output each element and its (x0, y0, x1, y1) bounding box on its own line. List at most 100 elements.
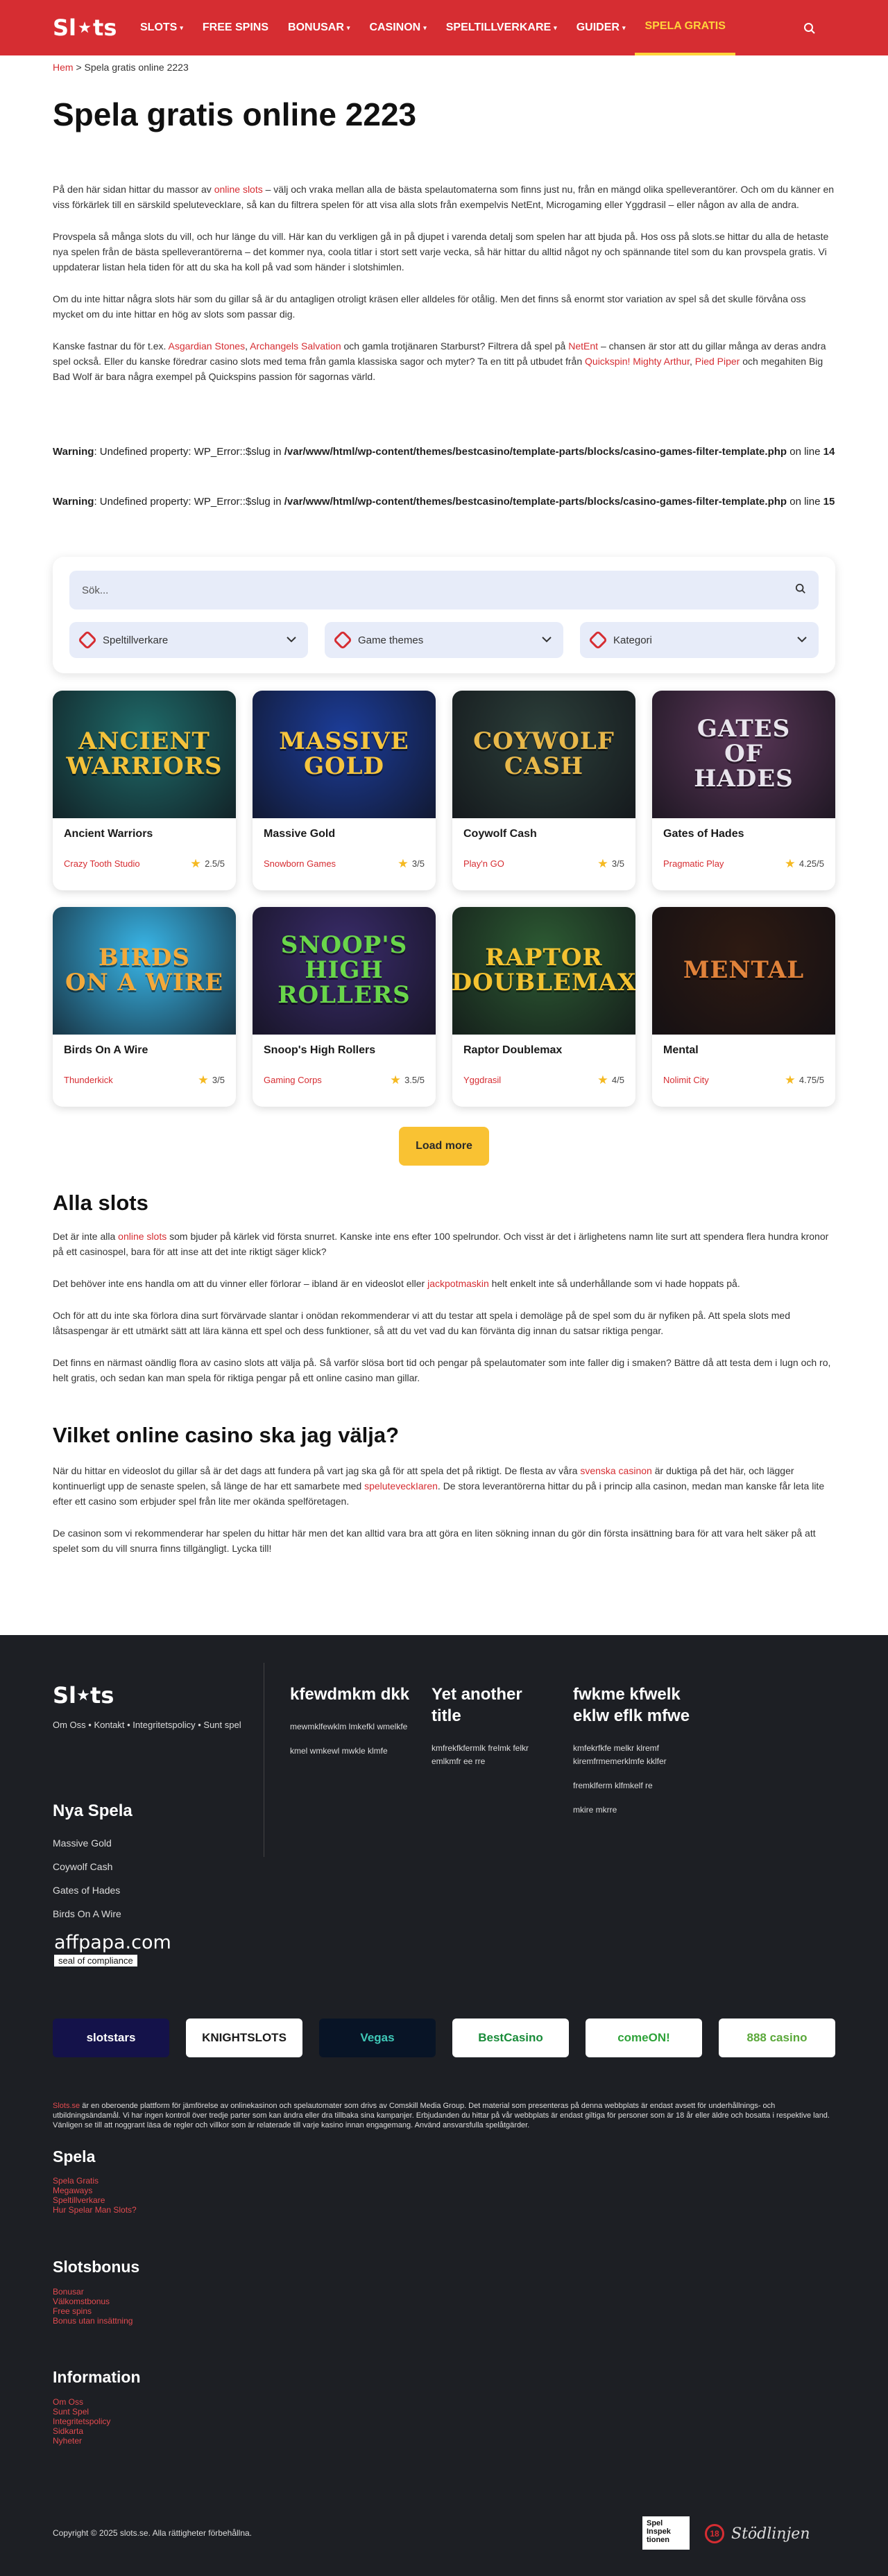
game-search-field[interactable] (69, 571, 819, 610)
stodlinjen-badge[interactable]: 18 Stödlinjen (705, 2524, 810, 2543)
game-name[interactable]: Massive Gold (264, 828, 425, 843)
game-card[interactable]: SNOOP'S HIGH ROLLERS Snoop's High Rollers G… (253, 907, 436, 1107)
partner-logo-comeon-[interactable]: comeON! (586, 2019, 702, 2057)
game-name[interactable]: Gates of Hades (663, 828, 824, 843)
footer-column-text[interactable]: mewmklfewklm lmkefkl wmelkfe (290, 1720, 415, 1734)
game-provider-link[interactable]: Gaming Corps (264, 1075, 322, 1085)
partner-logo-vegas[interactable]: Vegas (319, 2019, 436, 2057)
game-card-body: Birds On A Wire Thunderkick 3/5 (53, 1035, 236, 1095)
footer-column-text[interactable]: kmfrekfkfermlk frelmk felkr emlkmfr ee r… (432, 1742, 556, 1768)
nav-item-guider[interactable]: GUIDER ▾ (567, 0, 635, 55)
game-name[interactable]: Ancient Warriors (64, 828, 225, 843)
online-slots-link[interactable]: online slots (214, 184, 263, 195)
game-card-body: Gates of Hades Pragmatic Play 4.25/5 (652, 818, 835, 879)
game-thumbnail[interactable]: RAPTOR DOUBLEMAX (452, 907, 635, 1035)
game-name[interactable]: Coywolf Cash (463, 828, 624, 843)
game-thumbnail[interactable]: MASSIVE GOLD (253, 691, 436, 818)
footer-column-text[interactable]: fremklferm klfmkelf re (573, 1779, 698, 1792)
nya-spela-item[interactable]: Birds On A Wire (53, 1908, 121, 1932)
game-thumbnail[interactable]: SNOOP'S HIGH ROLLERS (253, 907, 436, 1035)
slots-se-link[interactable]: Slots.se (53, 2102, 80, 2110)
breadcrumb-home-link[interactable]: Hem (53, 62, 74, 73)
game-card[interactable]: BIRDS ON A WIRE Birds On A Wire Thunderkick… (53, 907, 236, 1107)
game-thumbnail[interactable]: ANCIENT WARRIORS (53, 691, 236, 818)
nav-item-speltillverkare[interactable]: SPELTILLVERKARE ▾ (436, 0, 567, 55)
site-footer: Sl ts Om Oss • Kontakt • Integritetspolic… (0, 1635, 888, 2576)
footer-link[interactable]: Nyheter (53, 2436, 110, 2446)
partner-logo-bestcasino[interactable]: BestCasino (452, 2019, 569, 2057)
nav-item-spela-gratis[interactable]: SPELA GRATIS (635, 0, 735, 55)
footer-link[interactable]: Megaways (53, 2186, 137, 2195)
footer-column-text[interactable]: mkire mkrre (573, 1804, 698, 1817)
nya-spela-item[interactable]: Massive Gold (53, 1838, 121, 1861)
footer-link[interactable]: Bonusar (53, 2287, 133, 2297)
game-provider-link[interactable]: Crazy Tooth Studio (64, 858, 140, 869)
page-title: Spela gratis online 2223 (53, 96, 417, 132)
asgardian-stones-link[interactable]: Asgardian Stones (169, 340, 246, 352)
footer-link[interactable]: Integritetspolicy (53, 2417, 110, 2426)
game-provider-link[interactable]: Thunderkick (64, 1075, 113, 1085)
game-card[interactable]: GATES OF HADES Gates of Hades Pragmatic Play… (652, 691, 835, 890)
game-thumbnail[interactable]: GATES OF HADES (652, 691, 835, 818)
footer-logo[interactable]: Sl ts (53, 1682, 114, 1709)
footer-link[interactable]: Speltillverkare (53, 2195, 137, 2205)
filter-select-game-themes[interactable]: Game themes (325, 622, 563, 658)
footer-column-text[interactable]: kmel wmkewl mwkle klmfe (290, 1745, 415, 1758)
archangels-salvation-link[interactable]: Archangels Salvation (250, 340, 341, 352)
game-thumbnail[interactable]: MENTAL (652, 907, 835, 1035)
partner-logo-knightslots[interactable]: KNIGHTSLOTS (186, 2019, 302, 2057)
spelinspektionen-badge[interactable]: Spel Inspek tionen (642, 2516, 690, 2550)
pied-piper-link[interactable]: Pied Piper (695, 356, 740, 367)
affpapa-seal[interactable]: affpapa.com seal of compliance (54, 1932, 171, 1967)
footer-links[interactable]: Om Oss • Kontakt • Integritetspolicy • S… (53, 1720, 241, 1730)
game-card[interactable]: MASSIVE GOLD Massive Gold Snowborn Games 3/5 (253, 691, 436, 890)
partner-logo-slotstars[interactable]: slotstars (53, 2019, 169, 2057)
game-provider-link[interactable]: Nolimit City (663, 1075, 709, 1085)
spelutvecklaren-link[interactable]: speluteveckIaren (364, 1480, 438, 1492)
footer-link[interactable]: Bonus utan insättning (53, 2316, 133, 2326)
game-name[interactable]: Snoop's High Rollers (264, 1044, 425, 1060)
game-name[interactable]: Mental (663, 1044, 824, 1060)
footer-column-text[interactable]: kmfekrfkfe melkr klremf kiremfrmemerklmf… (573, 1742, 698, 1768)
game-search-input[interactable] (82, 584, 706, 596)
game-name[interactable]: Raptor Doublemax (463, 1044, 624, 1060)
footer-link[interactable]: Sidkarta (53, 2426, 110, 2436)
search-icon[interactable] (801, 19, 819, 37)
game-card[interactable]: COYWOLF CASH Coywolf Cash Play'n GO 3/5 (452, 691, 635, 890)
filter-select-speltillverkare[interactable]: Speltillverkare (69, 622, 308, 658)
filter-select-kategori[interactable]: Kategori (580, 622, 819, 658)
nav-item-free-spins[interactable]: FREE SPINS (193, 0, 278, 55)
online-slots-link[interactable]: online slots (118, 1231, 166, 1242)
quickspin-link[interactable]: Quickspin! (585, 356, 630, 367)
jackpotmaskin-link[interactable]: jackpotmaskin (427, 1278, 489, 1289)
game-card[interactable]: RAPTOR DOUBLEMAX Raptor Doublemax Yggdrasil… (452, 907, 635, 1107)
svenska-casinon-link[interactable]: svenska casinon (580, 1465, 652, 1476)
game-thumbnail[interactable]: BIRDS ON A WIRE (53, 907, 236, 1035)
footer-link[interactable]: Välkomstbonus (53, 2297, 133, 2306)
game-thumbnail[interactable]: COYWOLF CASH (452, 691, 635, 818)
partner-logo-888-casino[interactable]: 888 casino (719, 2019, 835, 2057)
game-name[interactable]: Birds On A Wire (64, 1044, 225, 1060)
footer-link[interactable]: Hur Spelar Man Slots? (53, 2205, 137, 2215)
nav-item-bonusar[interactable]: BONUSAR ▾ (278, 0, 359, 55)
site-logo[interactable]: Sl ts (53, 15, 117, 41)
game-provider-link[interactable]: Play'n GO (463, 858, 504, 869)
footer-link[interactable]: Free spins (53, 2306, 133, 2316)
game-provider-link[interactable]: Yggdrasil (463, 1075, 501, 1085)
nya-spela-item[interactable]: Gates of Hades (53, 1885, 121, 1908)
mighty-arthur-link[interactable]: Mighty Arthur (633, 356, 690, 367)
footer-link[interactable]: Om Oss (53, 2397, 110, 2407)
nya-spela-item[interactable]: Coywolf Cash (53, 1861, 121, 1885)
netent-link[interactable]: NetEnt (568, 340, 598, 352)
load-more-button[interactable]: Load more (399, 1127, 489, 1166)
game-provider-link[interactable]: Snowborn Games (264, 858, 336, 869)
search-icon[interactable] (795, 583, 806, 598)
nav-item-casinon[interactable]: CASINON ▾ (359, 0, 436, 55)
nav-item-slots[interactable]: SLOTS ▾ (130, 0, 193, 55)
game-card[interactable]: ANCIENT WARRIORS Ancient Warriors Crazy Too… (53, 691, 236, 890)
footer-link[interactable]: Sunt Spel (53, 2407, 110, 2417)
game-provider-link[interactable]: Pragmatic Play (663, 858, 724, 869)
game-card[interactable]: MENTAL Mental Nolimit City 4.75/5 (652, 907, 835, 1107)
footer-link[interactable]: Spela Gratis (53, 2176, 137, 2186)
game-thumbnail-art-title: SNOOP'S HIGH ROLLERS (278, 931, 411, 1009)
